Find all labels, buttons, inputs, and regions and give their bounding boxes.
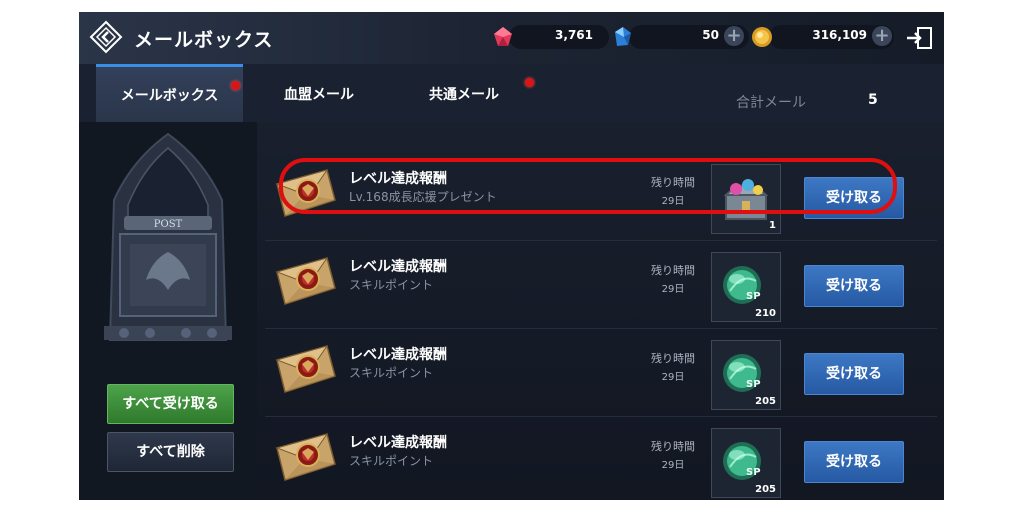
item-count: 205 <box>755 396 776 407</box>
left-panel: POST すべて受け取る すべて削除 <box>79 122 257 500</box>
crystal-count: 50 <box>702 28 719 42</box>
blue-crystal-icon <box>615 27 631 46</box>
tab-common-mail[interactable]: 共通メール <box>399 64 534 122</box>
notification-dot <box>231 81 240 90</box>
mail-subtitle: Lv.168成長応援プレゼント <box>349 190 497 204</box>
mail-title: レベル達成報酬 <box>349 435 447 451</box>
sp-text: SP <box>746 467 761 478</box>
remaining-time-value: 29日 <box>661 284 685 295</box>
game-screen: メールボックス 3,761 50 + 316,109 + メールボックス 血盟メ… <box>79 12 944 500</box>
add-gold-button[interactable]: + <box>872 26 892 46</box>
mail-row[interactable]: レベル達成報酬 スキルポイント 残り時間 29日 SP 205 受け取る <box>265 416 937 500</box>
post-mailbox-illustration: POST <box>104 132 232 341</box>
sp-text: SP <box>746 379 761 390</box>
item-count: 1 <box>769 220 776 231</box>
reward-item-slot[interactable]: SP 205 <box>711 428 781 498</box>
envelope-icon <box>275 430 337 484</box>
notification-dot <box>525 78 534 87</box>
mail-row[interactable]: レベル達成報酬 Lv.168成長応援プレゼント 残り時間 29日 1 受け取る <box>265 152 937 241</box>
mail-title: レベル達成報酬 <box>349 171 447 187</box>
tab-mailbox-label: メールボックス <box>120 88 219 104</box>
diamond-back-icon[interactable] <box>89 20 123 54</box>
tab-bar: メールボックス 血盟メール 共通メール <box>79 64 944 125</box>
gem-count: 3,761 <box>555 28 593 42</box>
claim-all-button[interactable]: すべて受け取る <box>107 384 234 424</box>
gold-coin-icon <box>752 27 772 47</box>
envelope-icon <box>275 342 337 396</box>
mail-title: レベル達成報酬 <box>349 259 447 275</box>
tab-mailbox[interactable]: メールボックス <box>96 64 243 125</box>
receive-button[interactable]: 受け取る <box>804 177 904 219</box>
gold-count: 316,109 <box>812 28 867 42</box>
reward-item-slot[interactable]: SP 205 <box>711 340 781 410</box>
item-count: 210 <box>755 308 776 319</box>
envelope-icon <box>275 254 337 308</box>
mail-row[interactable]: レベル達成報酬 スキルポイント 残り時間 29日 SP 210 受け取る <box>265 240 937 329</box>
page-title: メールボックス <box>134 29 274 51</box>
mail-subtitle: スキルポイント <box>349 454 434 468</box>
sp-text: SP <box>746 291 761 302</box>
mail-subtitle: スキルポイント <box>349 366 434 380</box>
remaining-time-label: 残り時間 <box>651 440 695 453</box>
total-mail-count: 5 <box>868 92 878 108</box>
add-crystal-button[interactable]: + <box>724 26 744 46</box>
remaining-time-value: 29日 <box>661 196 685 207</box>
mail-list: レベル達成報酬 Lv.168成長応援プレゼント 残り時間 29日 1 受け取る … <box>257 122 944 500</box>
top-bar: メールボックス 3,761 50 + 316,109 + <box>79 12 944 65</box>
delete-all-button[interactable]: すべて削除 <box>107 432 234 472</box>
reward-item-slot[interactable]: 1 <box>711 164 781 234</box>
mail-subtitle: スキルポイント <box>349 278 434 292</box>
mail-title: レベル達成報酬 <box>349 347 447 363</box>
exit-door-icon[interactable] <box>905 24 935 52</box>
tab-clan-mail-label: 血盟メール <box>284 87 354 103</box>
receive-button[interactable]: 受け取る <box>804 353 904 395</box>
remaining-time-value: 29日 <box>661 460 685 471</box>
reward-item-slot[interactable]: SP 210 <box>711 252 781 322</box>
post-sign-text: POST <box>154 219 183 230</box>
envelope-icon <box>275 166 337 220</box>
remaining-time-label: 残り時間 <box>651 176 695 189</box>
mail-row[interactable]: レベル達成報酬 スキルポイント 残り時間 29日 SP 205 受け取る <box>265 328 937 417</box>
remaining-time-value: 29日 <box>661 372 685 383</box>
remaining-time-label: 残り時間 <box>651 264 695 277</box>
receive-button[interactable]: 受け取る <box>804 441 904 483</box>
tab-clan-mail[interactable]: 血盟メール <box>259 64 379 122</box>
total-mail-label: 合計メール <box>736 95 806 111</box>
tab-common-mail-label: 共通メール <box>429 87 499 103</box>
red-gem-icon <box>494 27 512 46</box>
receive-button[interactable]: 受け取る <box>804 265 904 307</box>
item-count: 205 <box>755 484 776 495</box>
remaining-time-label: 残り時間 <box>651 352 695 365</box>
